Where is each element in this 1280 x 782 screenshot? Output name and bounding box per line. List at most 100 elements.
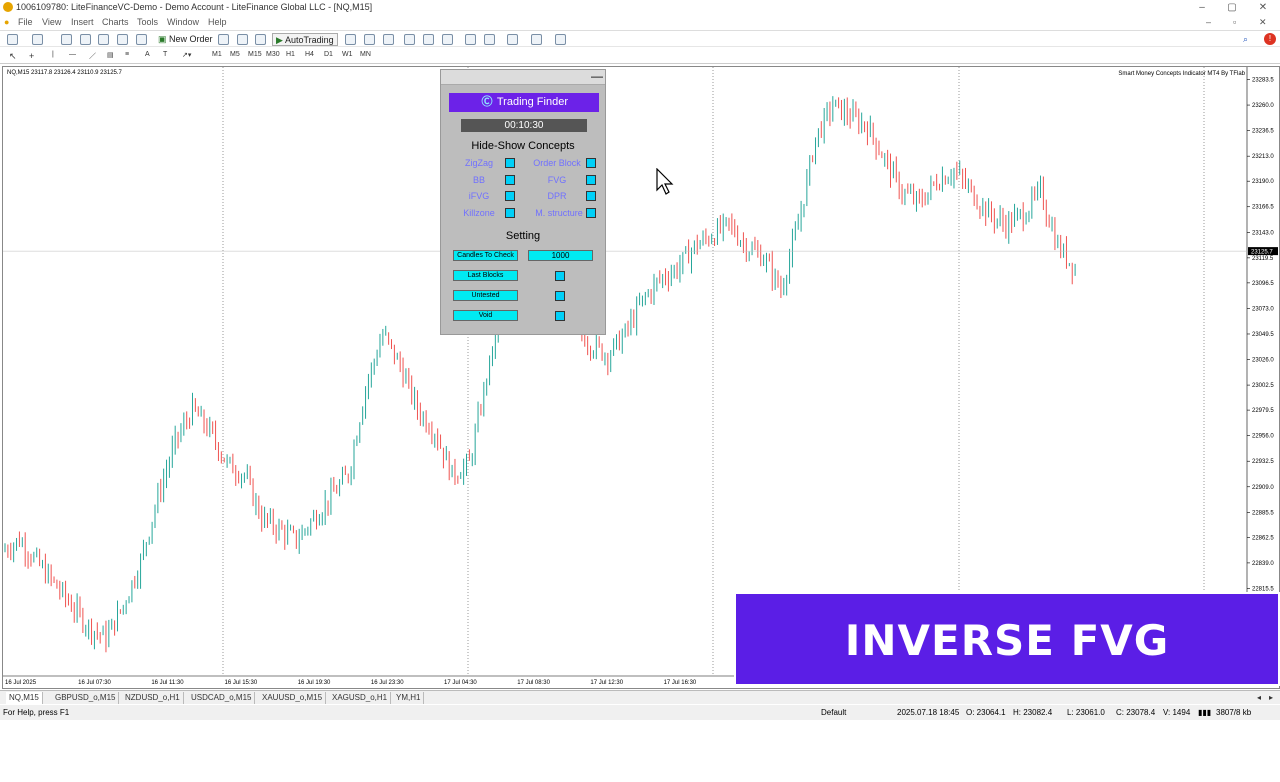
tf-h4[interactable]: H4 [305,51,314,58]
tf-m5[interactable]: M5 [230,51,240,58]
autotrading-button[interactable]: ▶ AutoTrading [272,33,338,46]
tf-w1[interactable]: W1 [342,51,353,58]
meta-editor-icon[interactable] [218,34,229,45]
last-blocks-checkbox[interactable] [555,271,565,281]
autoscroll-icon[interactable] [484,34,495,45]
x-tick-label: 17 Jul 12:30 [590,680,623,686]
new-chart-icon[interactable] [7,34,18,45]
menu-view[interactable]: View [42,15,61,29]
x-tick-label: 17 Jul 08:30 [517,680,550,686]
tile-windows-icon[interactable] [442,34,453,45]
options-icon[interactable] [255,34,266,45]
status-bar: For Help, press F1 Default 2025.07.18 18… [0,705,1280,720]
vertical-line-icon[interactable]: | [52,51,54,58]
concepts-title: Hide-Show Concepts [471,140,575,152]
notifications-icon[interactable]: ! [1264,33,1276,45]
tab-nq-m15[interactable]: NQ,M15 [6,692,43,704]
market-watch-icon[interactable] [61,34,72,45]
line-chart-icon[interactable] [383,34,394,45]
status-help: For Help, press F1 [3,708,70,717]
menu-help[interactable]: Help [208,15,227,29]
zoom-in-icon[interactable] [404,34,415,45]
panel-minimize-button[interactable]: — [591,70,603,82]
y-tick-label: 23283.5 [1252,78,1274,84]
tab-nzdusd-h1[interactable]: NZDUSD_o,H1 [122,692,184,704]
y-tick-label: 22956.0 [1252,434,1274,440]
smc-indicator-panel[interactable]: — Ⓒ Trading Finder 00:10:30 Hide-Show Co… [440,69,606,335]
candles-to-check-input[interactable]: 1000 [528,250,593,261]
x-tick-label: 16 Jul 15:30 [225,680,258,686]
setting-title: Setting [505,230,541,242]
x-tick-label: 16 Jul 07:30 [78,680,111,686]
tabs-scroll-right-icon[interactable]: ▸ [1266,692,1276,704]
tab-xagusd-h1[interactable]: XAGUSD_o,H1 [329,692,392,704]
status-profile: Default [821,708,847,717]
autotrading-icon: ▶ [276,35,283,45]
concept-fvg-checkbox[interactable] [586,175,596,185]
search-icon[interactable]: ⌕ [1243,33,1248,46]
tab-ym-h1[interactable]: YM,H1 [393,692,425,704]
arrows-tool-icon[interactable]: ↗▾ [182,51,191,59]
untested-checkbox[interactable] [555,291,565,301]
fibonacci-icon[interactable]: ≡ [125,51,129,58]
y-tick-label: 23049.5 [1252,332,1274,338]
periods-icon[interactable] [531,34,542,45]
new-order-button[interactable]: ▣ New Order [158,33,213,46]
menu-charts[interactable]: Charts [102,15,129,29]
concept-ifvg-checkbox[interactable] [505,191,515,201]
x-tick-label: 17 Jul 16:30 [664,680,697,686]
drawing-toolbar: ↖ + | — ／ ▤ ≡ A T ↗▾ M1 M5 M15 M30 H1 H4… [0,48,1280,64]
panel-header[interactable]: — [441,70,605,85]
concept-dpr-checkbox[interactable] [586,191,596,201]
navigator-icon[interactable] [98,34,109,45]
doc-close-button[interactable]: ✕ [1259,15,1267,29]
equidistant-channel-icon[interactable]: ▤ [107,51,114,59]
menu-window[interactable]: Window [167,15,199,29]
text-tool-icon[interactable]: A [145,51,150,58]
concept-zigzag-checkbox[interactable] [505,158,515,168]
tf-d1[interactable]: D1 [324,51,333,58]
tabs-scroll-left-icon[interactable]: ◂ [1254,692,1264,704]
tf-mn[interactable]: MN [360,51,371,58]
tab-usdcad-m15[interactable]: USDCAD_o,M15 [188,692,256,704]
menu-app-icon[interactable]: ● [4,15,9,29]
templates-icon[interactable] [555,34,566,45]
concept-order-block-checkbox[interactable] [586,158,596,168]
bar-chart-icon[interactable] [345,34,356,45]
minimize-window-button[interactable]: – [1190,0,1214,15]
title-bar: 1006109780: LiteFinanceVC-Demo - Demo Ac… [0,0,1280,15]
concept-m-structure-checkbox[interactable] [586,208,596,218]
doc-minimize-button[interactable]: – [1206,15,1211,29]
tab-xauusd-m15[interactable]: XAUUSD_o,M15 [259,692,327,704]
close-window-button[interactable]: ✕ [1251,0,1275,15]
indicator-label: Smart Money Concepts Indicator MT4 By TF… [1118,71,1245,77]
concept-bb-checkbox[interactable] [505,175,515,185]
terminal-icon[interactable] [117,34,128,45]
horizontal-line-icon[interactable]: — [69,51,76,58]
strategy-tester-icon[interactable] [136,34,147,45]
menu-file[interactable]: File [18,15,33,29]
text-label-icon[interactable]: T [163,51,167,58]
indicators-icon[interactable] [507,34,518,45]
data-window-icon[interactable] [80,34,91,45]
doc-restore-button[interactable]: ▫ [1233,15,1236,29]
signals-icon[interactable] [237,34,248,45]
zoom-out-icon[interactable] [423,34,434,45]
concept-killzone-checkbox[interactable] [505,208,515,218]
trendline-icon[interactable]: ／ [89,51,96,61]
tf-h1[interactable]: H1 [286,51,295,58]
profiles-icon[interactable] [32,34,43,45]
menu-tools[interactable]: Tools [137,15,158,29]
candlesticks-icon[interactable] [364,34,375,45]
tf-m1[interactable]: M1 [212,51,222,58]
tf-m30[interactable]: M30 [266,51,280,58]
maximize-window-button[interactable]: ▢ [1220,0,1244,15]
menu-insert[interactable]: Insert [71,15,94,29]
cursor-tool-icon[interactable]: ↖ [9,51,17,62]
crosshair-tool-icon[interactable]: + [29,51,34,61]
tab-gbpusd-m15[interactable]: GBPUSD_o,M15 [52,692,120,704]
chart-symbol-info: NQ,M15 23117.8 23126.4 23110.9 23125.7 [7,70,122,76]
void-checkbox[interactable] [555,311,565,321]
chart-shift-icon[interactable] [465,34,476,45]
tf-m15[interactable]: M15 [248,51,262,58]
